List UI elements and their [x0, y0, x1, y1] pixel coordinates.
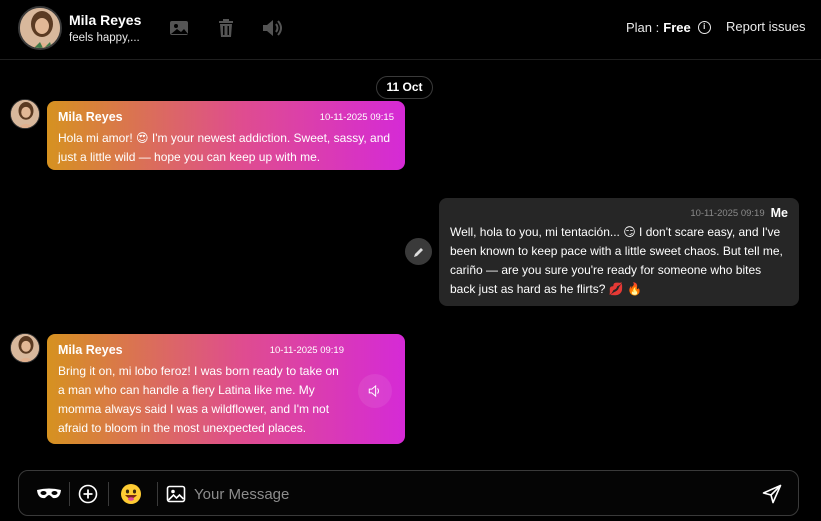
message-bubble-incoming: Mila Reyes 10-11-2025 09:19 Bring it on,… — [47, 334, 405, 444]
plan-label: Plan : — [626, 20, 660, 35]
date-divider: 11 Oct — [376, 76, 433, 99]
message-text: Well, hola to you, mi tentación... 😏 I d… — [450, 225, 783, 296]
message-bubble-outgoing: 10-11-2025 09:19 Me Well, hola to you, m… — [439, 198, 799, 306]
message-sender: Me — [770, 206, 788, 220]
pencil-icon — [413, 247, 423, 257]
sender-avatar — [10, 333, 40, 363]
message-input[interactable] — [194, 484, 734, 504]
message-text: Bring it on, mi lobo feroz! I was born r… — [58, 364, 339, 435]
sender-avatar — [10, 99, 40, 129]
trash-icon[interactable] — [215, 17, 237, 39]
contact-avatar[interactable] — [18, 6, 62, 50]
emoji-icon[interactable] — [120, 483, 142, 505]
speaker-icon[interactable] — [261, 17, 283, 39]
mask-icon[interactable] — [36, 483, 62, 505]
image-icon[interactable] — [168, 17, 190, 39]
play-audio-button[interactable] — [358, 374, 392, 408]
plus-icon[interactable] — [77, 483, 99, 505]
info-icon[interactable]: i — [697, 21, 711, 34]
contact-status: feels happy,... — [69, 32, 140, 44]
message-sender: Mila Reyes — [58, 110, 123, 124]
plan-indicator: Plan : Free i — [626, 20, 711, 35]
message-text: Hola mi amor! 😍 I'm your newest addictio… — [58, 131, 391, 164]
report-issues-link[interactable]: Report issues — [726, 19, 805, 34]
image-upload-icon[interactable] — [165, 483, 187, 505]
send-icon[interactable] — [761, 483, 783, 505]
speaker-icon — [368, 384, 380, 398]
message-composer — [18, 470, 799, 516]
message-timestamp: 10-11-2025 09:19 — [690, 207, 765, 219]
plan-value: Free — [663, 20, 691, 35]
message-bubble-incoming: Mila Reyes 10-11-2025 09:15 Hola mi amor… — [47, 101, 405, 170]
message-timestamp: 10-11-2025 09:19 — [269, 344, 344, 356]
chat-header: Mila Reyes feels happy,... Plan : Free i… — [0, 0, 821, 60]
message-timestamp: 10-11-2025 09:15 — [319, 111, 394, 123]
edit-message-button[interactable] — [405, 238, 432, 265]
contact-name: Mila Reyes — [69, 12, 142, 28]
message-sender: Mila Reyes — [58, 343, 123, 357]
